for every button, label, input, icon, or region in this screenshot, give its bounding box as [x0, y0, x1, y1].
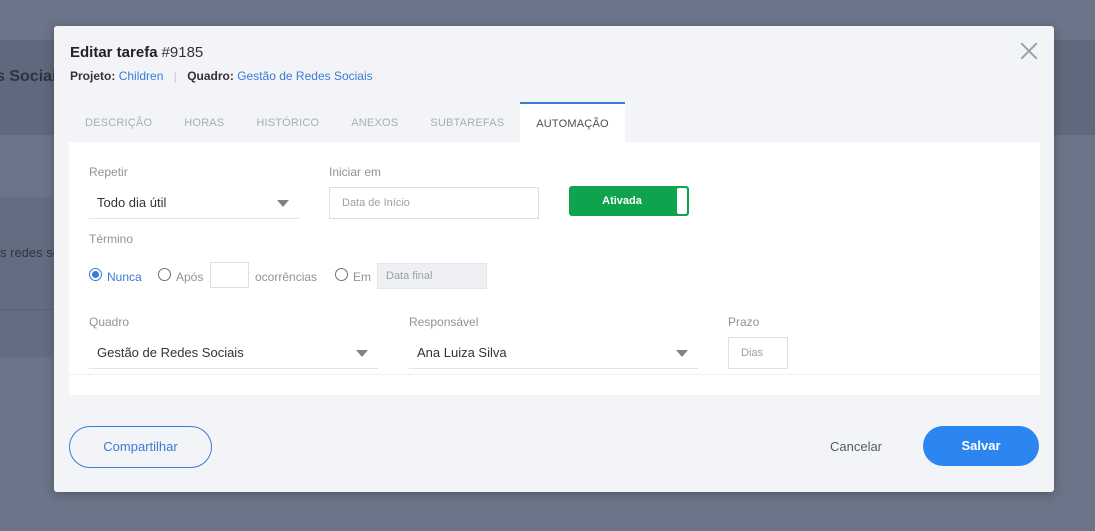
background-header-panel-right — [1054, 40, 1095, 135]
end-after-label: Após — [176, 270, 204, 284]
tab-automation[interactable]: AUTOMAÇÃO — [520, 102, 625, 142]
responsible-label: Responsável — [409, 315, 479, 329]
tab-subtasks[interactable]: SUBTAREFAS — [414, 102, 520, 142]
responsible-select-value: Ana Luiza Silva — [417, 345, 507, 360]
deadline-input[interactable]: Dias — [728, 337, 788, 369]
end-on-label: Em — [353, 270, 371, 284]
start-label: Iniciar em — [329, 165, 382, 179]
start-date-input[interactable]: Data de Início — [329, 187, 539, 219]
occurrences-label: ocorrências — [255, 270, 318, 284]
deadline-label: Prazo — [728, 315, 760, 329]
background-text: s redes so — [0, 245, 60, 260]
edit-task-modal: Editar tarefa #9185 Projeto: Children | Q… — [54, 26, 1054, 492]
meta-separator: | — [173, 69, 177, 83]
board-field-label: Quadro — [89, 315, 130, 329]
repeat-label: Repetir — [89, 165, 128, 179]
cancel-button[interactable]: Cancelar — [816, 426, 896, 468]
tab-hours[interactable]: HORAS — [168, 102, 240, 142]
save-button[interactable]: Salvar — [923, 426, 1039, 466]
toggle-label: Ativada — [602, 195, 642, 207]
board-select[interactable]: Gestão de Redes Sociais — [89, 337, 378, 369]
close-icon[interactable] — [1020, 42, 1038, 60]
repeat-select-value: Todo dia útil — [97, 195, 167, 210]
end-date-input[interactable]: Data final — [377, 263, 487, 289]
chevron-down-icon — [676, 350, 688, 357]
automation-toggle[interactable]: Ativada — [569, 186, 689, 216]
end-never-radio[interactable] — [89, 268, 102, 281]
project-link[interactable]: Children — [119, 69, 164, 83]
end-after-radio[interactable] — [158, 268, 171, 281]
tab-history[interactable]: HISTÓRICO — [240, 102, 335, 142]
project-label: Projeto: — [70, 69, 116, 83]
tab-attachments[interactable]: ANEXOS — [335, 102, 414, 142]
task-id: #9185 — [161, 44, 204, 61]
end-on-radio[interactable] — [335, 268, 348, 281]
modal-title-text: Editar tarefa — [70, 44, 158, 61]
occurrences-input[interactable] — [210, 262, 249, 288]
tab-description[interactable]: DESCRIÇÃO — [69, 102, 168, 142]
task-meta: Projeto: Children | Quadro: Gestão de Re… — [70, 69, 373, 83]
automation-panel: Repetir Todo dia útil Iniciar em Data de… — [69, 142, 1040, 395]
end-never-label: Nunca — [107, 270, 142, 284]
board-link[interactable]: Gestão de Redes Sociais — [237, 69, 372, 83]
chevron-down-icon — [356, 350, 368, 357]
background-card — [0, 197, 60, 357]
repeat-select[interactable]: Todo dia útil — [89, 187, 299, 219]
board-label: Quadro: — [187, 69, 234, 83]
share-button[interactable]: Compartilhar — [69, 426, 212, 468]
panel-divider — [69, 374, 1040, 375]
chevron-down-icon — [277, 200, 289, 207]
board-select-value: Gestão de Redes Sociais — [97, 345, 244, 360]
modal-title: Editar tarefa #9185 — [70, 44, 203, 61]
toggle-knob — [677, 188, 687, 214]
responsible-select[interactable]: Ana Luiza Silva — [409, 337, 698, 369]
tab-bar: DESCRIÇÃO HORAS HISTÓRICO ANEXOS SUBTARE… — [69, 102, 625, 142]
background-divider — [0, 309, 60, 310]
end-label: Término — [89, 232, 134, 246]
